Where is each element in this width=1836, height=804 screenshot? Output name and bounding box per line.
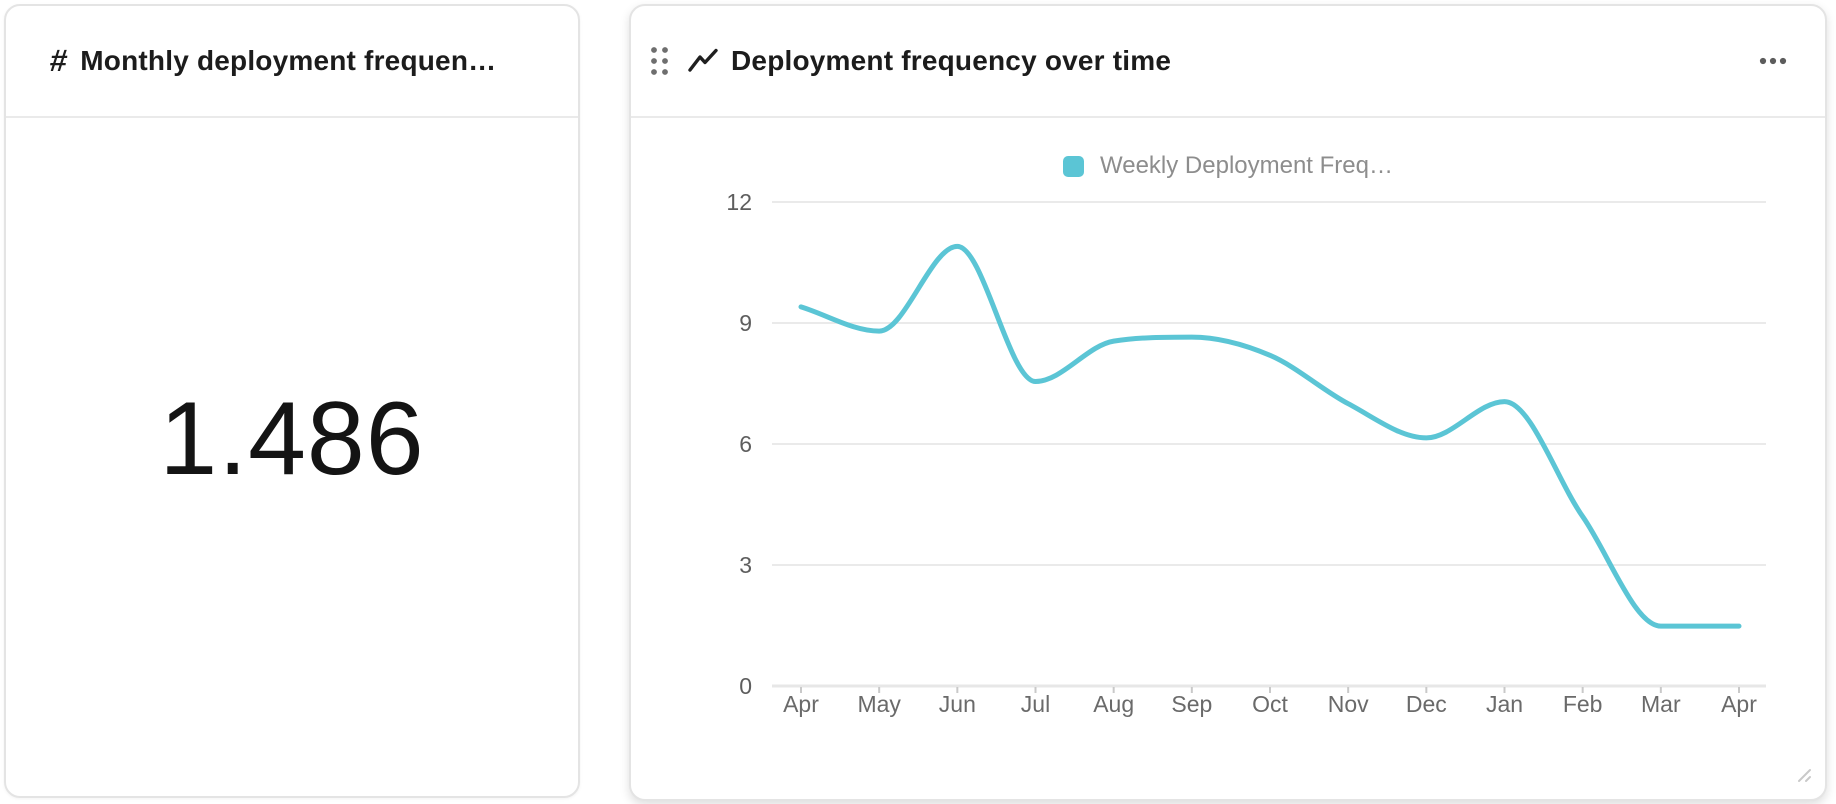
dashboard-canvas: # Monthly deployment frequen… 1.486 <box>0 0 1836 804</box>
chart-widget-body: Weekly Deployment Freq… 036912AprMayJunJ… <box>631 118 1825 799</box>
x-axis-label: May <box>857 691 901 717</box>
chart-widget-title: Deployment frequency over time <box>731 45 1171 77</box>
x-axis-label: Nov <box>1328 691 1369 717</box>
x-axis-label: Feb <box>1563 691 1603 717</box>
resize-handle-icon[interactable] <box>1795 766 1812 788</box>
x-axis-label: Dec <box>1406 691 1447 717</box>
metric-widget-title: Monthly deployment frequen… <box>80 45 496 77</box>
x-axis-label: Apr <box>783 691 819 717</box>
line-chart-plot: 0 3 6 9 12 Apr May Jun Jul Aug Sep Oct Nov Dec Jan Feb M… <box>631 118 1825 799</box>
x-axis-label: Mar <box>1641 691 1681 717</box>
x-axis-label: Jul <box>1021 691 1050 717</box>
metric-widget-body: 1.486 <box>6 118 578 798</box>
drag-handle-icon[interactable] <box>648 45 672 77</box>
y-axis-label: 6 <box>739 431 752 457</box>
number-sign-icon: # <box>48 43 69 79</box>
y-axis-label: 9 <box>739 310 752 336</box>
x-axis-label: Aug <box>1093 691 1134 717</box>
x-axis-label: Apr <box>1721 691 1757 717</box>
y-axis-label: 3 <box>739 552 752 578</box>
metric-widget: # Monthly deployment frequen… 1.486 <box>4 4 580 798</box>
x-axis-label: Jan <box>1486 691 1523 717</box>
metric-widget-header: # Monthly deployment frequen… <box>6 6 578 118</box>
x-axis-label: Jun <box>939 691 976 717</box>
y-axis-label: 0 <box>739 673 752 699</box>
chart-widget: Deployment frequency over time Weekly De… <box>629 4 1827 801</box>
chart-widget-header: Deployment frequency over time <box>631 6 1825 118</box>
y-axis-label: 12 <box>726 189 752 215</box>
x-axis-label: Sep <box>1171 691 1212 717</box>
metric-value: 1.486 <box>159 380 424 499</box>
series-line[interactable] <box>801 246 1739 626</box>
ellipsis-icon <box>1757 55 1789 67</box>
line-chart-icon <box>686 45 720 77</box>
x-axis-label: Oct <box>1252 691 1288 717</box>
widget-menu-button[interactable] <box>1751 49 1795 73</box>
